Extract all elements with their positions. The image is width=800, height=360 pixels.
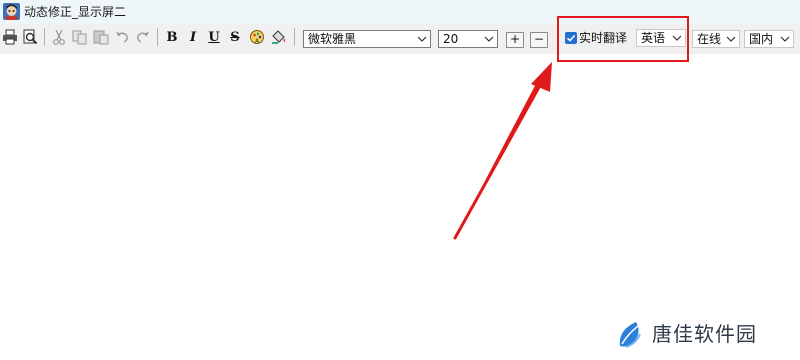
annotation-arrow-icon (453, 62, 552, 240)
leaf-logo-icon (619, 322, 641, 348)
watermark-text: 唐佳软件园 (652, 322, 757, 346)
watermark: 唐佳软件园 (614, 318, 794, 350)
